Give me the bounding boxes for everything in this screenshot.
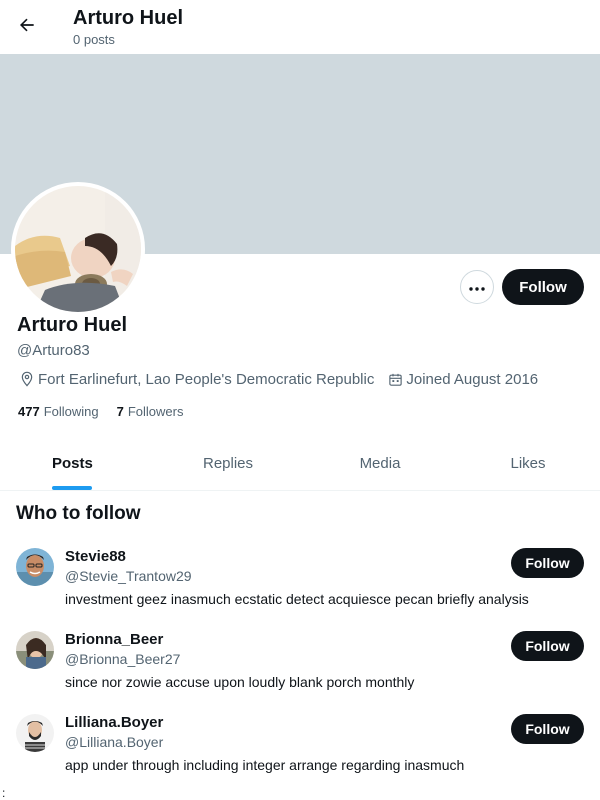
tab-posts-label: Posts bbox=[52, 455, 93, 472]
location-text: Fort Earlinefurt, Lao People's Democrati… bbox=[38, 370, 375, 388]
arrow-left-icon bbox=[17, 15, 37, 40]
suggestion-bio: since nor zowie accuse upon loudly blank… bbox=[65, 674, 415, 690]
following-count: 477 bbox=[18, 404, 40, 419]
profile-handle: @Arturo83 bbox=[17, 342, 90, 359]
back-button[interactable] bbox=[10, 10, 44, 44]
tab-media-label: Media bbox=[359, 455, 401, 472]
calendar-icon bbox=[386, 370, 404, 388]
profile-stats: 477 Following 7 Followers bbox=[18, 404, 201, 419]
tab-replies[interactable]: Replies bbox=[152, 437, 304, 490]
following-label: Following bbox=[43, 404, 99, 419]
followers-count: 7 bbox=[116, 404, 124, 419]
profile-joined: Joined August 2016 bbox=[386, 370, 538, 388]
profile-name: Arturo Huel bbox=[17, 314, 127, 336]
joined-text: Joined August 2016 bbox=[406, 370, 539, 388]
followers-label: Followers bbox=[127, 404, 184, 419]
avatar[interactable] bbox=[16, 714, 54, 752]
tab-likes[interactable]: Likes bbox=[456, 437, 600, 490]
avatar-photo bbox=[15, 186, 141, 312]
stray-text: : bbox=[2, 786, 6, 800]
tab-likes-label: Likes bbox=[510, 455, 546, 472]
profile-meta: Fort Earlinefurt, Lao People's Democrati… bbox=[18, 370, 550, 388]
profile-avatar[interactable] bbox=[11, 182, 145, 316]
follow-button[interactable]: Follow bbox=[502, 269, 584, 305]
suggestion-name: Stevie88 bbox=[65, 548, 126, 565]
tab-posts[interactable]: Posts bbox=[0, 437, 152, 490]
suggestion-follow-button[interactable]: Follow bbox=[511, 631, 584, 661]
suggestion-item[interactable]: Brionna_Beer @Brionna_Beer27 since nor z… bbox=[0, 631, 600, 711]
suggestion-follow-button[interactable]: Follow bbox=[511, 714, 584, 744]
suggestion-bio: app under through including integer arra… bbox=[65, 757, 465, 773]
active-tab-indicator bbox=[52, 486, 92, 490]
avatar[interactable] bbox=[16, 548, 54, 586]
suggestion-item[interactable]: Lilliana.Boyer @Lilliana.Boyer app under… bbox=[0, 714, 600, 794]
suggestion-bio: investment geez inasmuch ecstatic detect… bbox=[65, 591, 529, 607]
location-pin-icon bbox=[18, 370, 36, 388]
who-to-follow-title: Who to follow bbox=[16, 503, 141, 524]
suggestion-name: Lilliana.Boyer bbox=[65, 714, 164, 731]
more-options-button[interactable] bbox=[460, 270, 494, 304]
followers-link[interactable]: 7 Followers bbox=[117, 404, 184, 419]
suggestion-handle: @Brionna_Beer27 bbox=[65, 651, 181, 667]
header-title: Arturo Huel bbox=[73, 7, 183, 29]
suggestion-item[interactable]: Stevie88 @Stevie_Trantow29 investment ge… bbox=[0, 548, 600, 628]
suggestion-name: Brionna_Beer bbox=[65, 631, 164, 648]
avatar[interactable] bbox=[16, 631, 54, 669]
top-bar: Arturo Huel 0 posts bbox=[0, 0, 600, 53]
header-post-count: 0 posts bbox=[73, 32, 115, 47]
suggestion-handle: @Lilliana.Boyer bbox=[65, 734, 164, 750]
profile-location: Fort Earlinefurt, Lao People's Democrati… bbox=[18, 370, 374, 388]
more-dots-icon bbox=[469, 278, 485, 296]
tab-replies-label: Replies bbox=[202, 455, 254, 472]
suggestion-handle: @Stevie_Trantow29 bbox=[65, 568, 192, 584]
suggestion-follow-button[interactable]: Follow bbox=[511, 548, 584, 578]
tab-media[interactable]: Media bbox=[304, 437, 456, 490]
following-link[interactable]: 477 Following bbox=[18, 404, 99, 419]
profile-tabs: Posts Replies Media Likes bbox=[0, 437, 600, 491]
